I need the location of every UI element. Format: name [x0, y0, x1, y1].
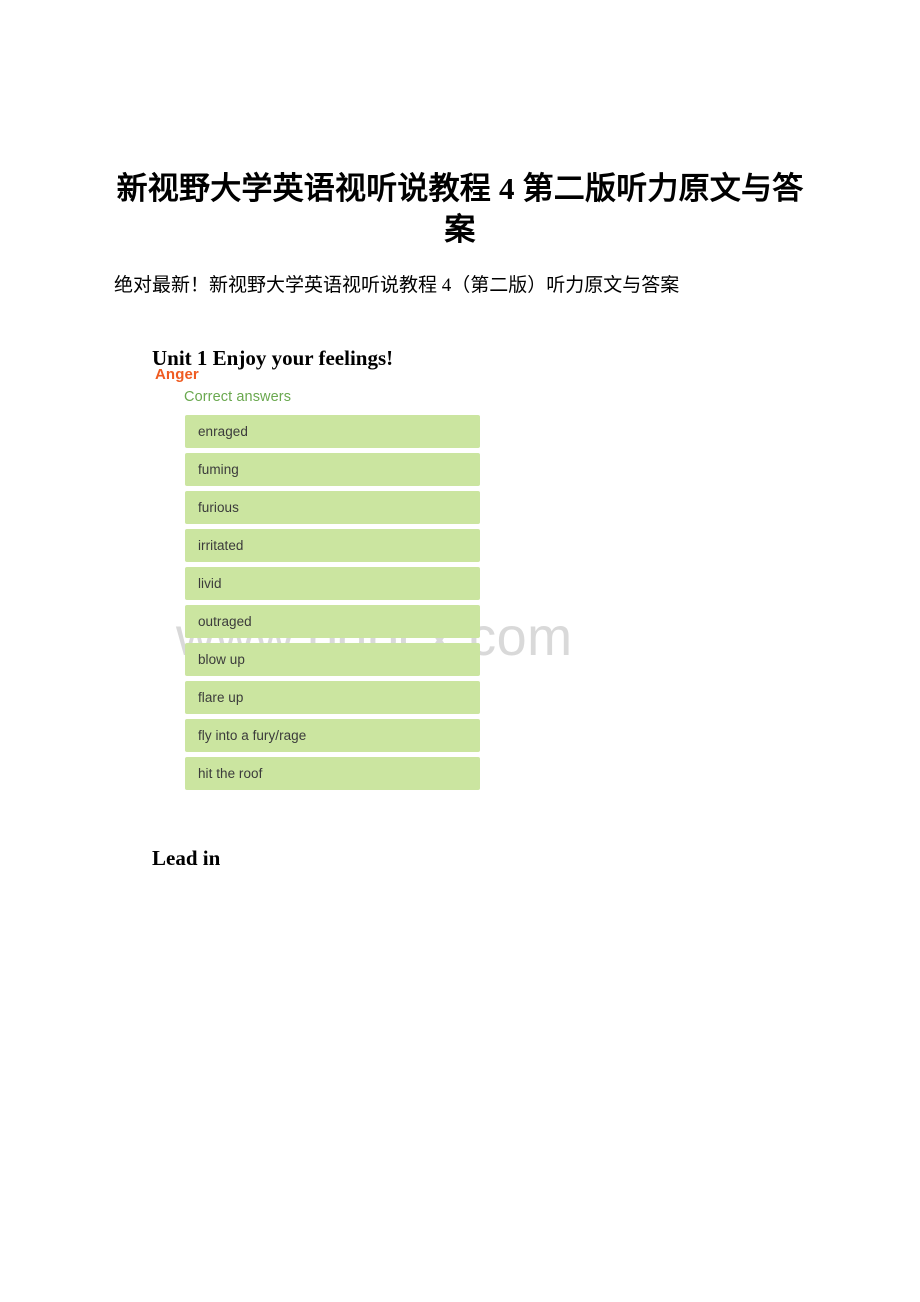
answer-card-title: Anger [155, 366, 199, 383]
list-item: blow up [185, 643, 480, 677]
page-title: 新视野大学英语视听说教程 4 第二版听力原文与答案 [116, 170, 804, 247]
list-item: flare up [185, 681, 480, 715]
list-item: fly into a fury/rage [185, 719, 480, 753]
document-page: 新视野大学英语视听说教程 4 第二版听力原文与答案 绝对最新！新视野大学英语视听… [0, 0, 920, 1302]
list-item: fuming [185, 453, 480, 487]
intro-paragraph: 绝对最新！新视野大学英语视听说教程 4（第二版）听力原文与答案 [114, 275, 680, 296]
lead-in-heading: Lead in [152, 846, 221, 871]
list-item: furious [185, 491, 480, 525]
list-item: livid [185, 567, 480, 601]
list-item: irritated [185, 529, 480, 563]
answer-list: enraged fuming furious irritated livid o… [150, 415, 480, 791]
list-item: outraged [185, 605, 480, 639]
answer-card-subtitle: Correct answers [184, 389, 292, 405]
list-item: hit the roof [185, 757, 480, 791]
answer-card: Anger Correct answers enraged fuming fur… [150, 366, 480, 791]
list-item: enraged [185, 415, 480, 449]
